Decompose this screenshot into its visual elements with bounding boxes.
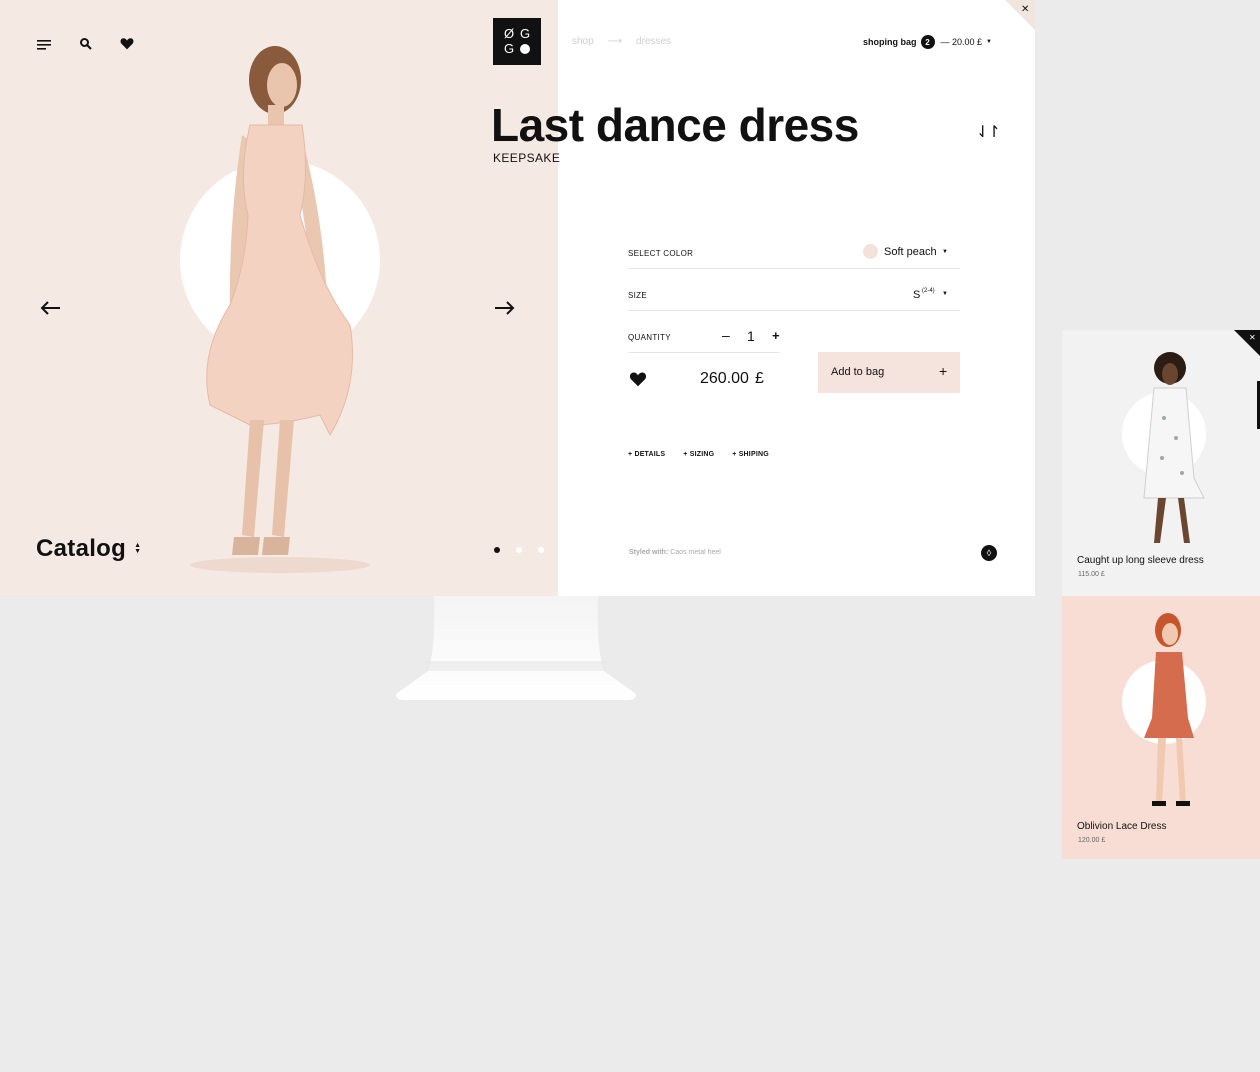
related-name: Caught up long sleeve dress bbox=[1077, 555, 1204, 566]
slide-dot[interactable] bbox=[516, 547, 522, 553]
quantity-label: QUANTITY bbox=[628, 333, 671, 342]
price: 260.00 £ bbox=[700, 370, 764, 388]
size-row[interactable]: SIZE S (2-4) ▼ bbox=[628, 282, 960, 311]
slide-dots bbox=[494, 547, 544, 553]
catalog-selector[interactable]: Catalog ▲ ▼ bbox=[36, 535, 141, 563]
bag-total: — 20.00 £ bbox=[940, 37, 983, 47]
monitor-stand bbox=[396, 596, 636, 700]
heart-icon[interactable] bbox=[120, 37, 134, 50]
slide-dot-active[interactable] bbox=[494, 547, 500, 553]
screen: Catalog ▲ ▼ Ø G G shop ⟶ dresses shoping … bbox=[0, 0, 1035, 596]
size-note: (2-4) bbox=[922, 288, 935, 294]
styled-with-link[interactable]: Caos metal heel bbox=[670, 549, 721, 556]
catalog-label: Catalog bbox=[36, 535, 127, 562]
sort-chevrons-icon: ▲ ▼ bbox=[134, 542, 142, 555]
logo-letter: G bbox=[520, 26, 531, 41]
add-to-bag-label: Add to bag bbox=[831, 366, 885, 378]
product-brand: KEEPSAKE bbox=[493, 151, 561, 165]
bag-count-badge: 2 bbox=[920, 35, 935, 49]
product-title: Last dance dress bbox=[491, 99, 859, 151]
price-currency: £ bbox=[754, 370, 764, 387]
prev-arrow-icon[interactable] bbox=[40, 300, 62, 316]
quantity-increase-button[interactable]: + bbox=[772, 328, 780, 343]
sort-icon[interactable]: ⇃↾ bbox=[976, 122, 1001, 142]
tab-details-label: DETAILS bbox=[634, 451, 666, 458]
breadcrumb: shop ⟶ dresses bbox=[572, 36, 671, 47]
styled-with: Styled with: Caos metal heel bbox=[629, 549, 721, 556]
tab-shipping[interactable]: + SHIPING bbox=[732, 451, 769, 458]
size-value: S bbox=[913, 289, 921, 301]
add-to-bag-button[interactable]: Add to bag + bbox=[818, 352, 960, 393]
shopping-bag[interactable]: shoping bag 2 — 20.00 £ ▼ bbox=[863, 35, 992, 49]
related-card[interactable]: ✕ Caught up long sleeve dress 115.00 £ bbox=[1062, 330, 1260, 596]
chevron-down-icon: ▼ bbox=[986, 39, 992, 45]
logo-dot bbox=[520, 44, 530, 54]
quantity-decrease-button[interactable]: – bbox=[722, 327, 730, 343]
tab-details[interactable]: + DETAILS bbox=[628, 451, 665, 458]
wishlist-heart-icon[interactable] bbox=[629, 371, 647, 392]
logo-letter: G bbox=[504, 41, 515, 56]
card-model-image bbox=[1124, 348, 1214, 548]
color-swatch bbox=[863, 244, 878, 259]
breadcrumb-shop[interactable]: shop bbox=[572, 36, 594, 47]
logo-letter: Ø bbox=[504, 26, 515, 41]
related-card[interactable]: Oblivion Lace Dress 120.00 £ bbox=[1062, 596, 1260, 859]
tab-shipping-label: SHIPING bbox=[738, 451, 769, 458]
logo[interactable]: Ø G G bbox=[493, 18, 541, 65]
drop-icon[interactable]: ◊ bbox=[981, 545, 997, 561]
next-arrow-icon[interactable] bbox=[493, 300, 515, 316]
bag-label: shoping bag bbox=[863, 37, 917, 47]
styled-with-label: Styled with: bbox=[629, 549, 669, 556]
menu-icon[interactable] bbox=[37, 38, 53, 50]
color-value: Soft peach bbox=[884, 246, 937, 258]
search-icon[interactable] bbox=[79, 37, 93, 51]
hero-model-image bbox=[150, 25, 410, 575]
quantity-value[interactable]: 1 bbox=[747, 328, 755, 344]
tab-sizing-label: SIZING bbox=[689, 451, 715, 458]
slide-dot[interactable] bbox=[538, 547, 544, 553]
chevron-down-icon: ▼ bbox=[942, 249, 948, 255]
chevron-down-icon: ▼ bbox=[942, 291, 948, 297]
quantity-row: QUANTITY – 1 + bbox=[628, 324, 780, 353]
tab-sizing[interactable]: + SIZING bbox=[683, 451, 714, 458]
close-icon[interactable]: ✕ bbox=[1249, 333, 1256, 342]
color-row[interactable]: SELECT COLOR Soft peach ▼ bbox=[628, 240, 960, 269]
card-corner bbox=[1234, 330, 1260, 361]
close-icon[interactable]: ✕ bbox=[1021, 4, 1029, 15]
color-label: SELECT COLOR bbox=[628, 249, 694, 258]
breadcrumb-dresses[interactable]: dresses bbox=[636, 36, 671, 47]
close-corner bbox=[1005, 0, 1035, 30]
related-name: Oblivion Lace Dress bbox=[1077, 821, 1167, 832]
related-price: 115.00 £ bbox=[1078, 571, 1105, 578]
plus-icon: + bbox=[939, 363, 948, 379]
info-tabs: + DETAILS + SIZING + SHIPING bbox=[628, 451, 769, 458]
card-model-image bbox=[1124, 608, 1214, 813]
size-label: SIZE bbox=[628, 291, 647, 300]
related-price: 120.00 £ bbox=[1078, 837, 1106, 844]
breadcrumb-arrow-icon: ⟶ bbox=[607, 36, 623, 47]
price-value: 260.00 bbox=[700, 370, 749, 387]
